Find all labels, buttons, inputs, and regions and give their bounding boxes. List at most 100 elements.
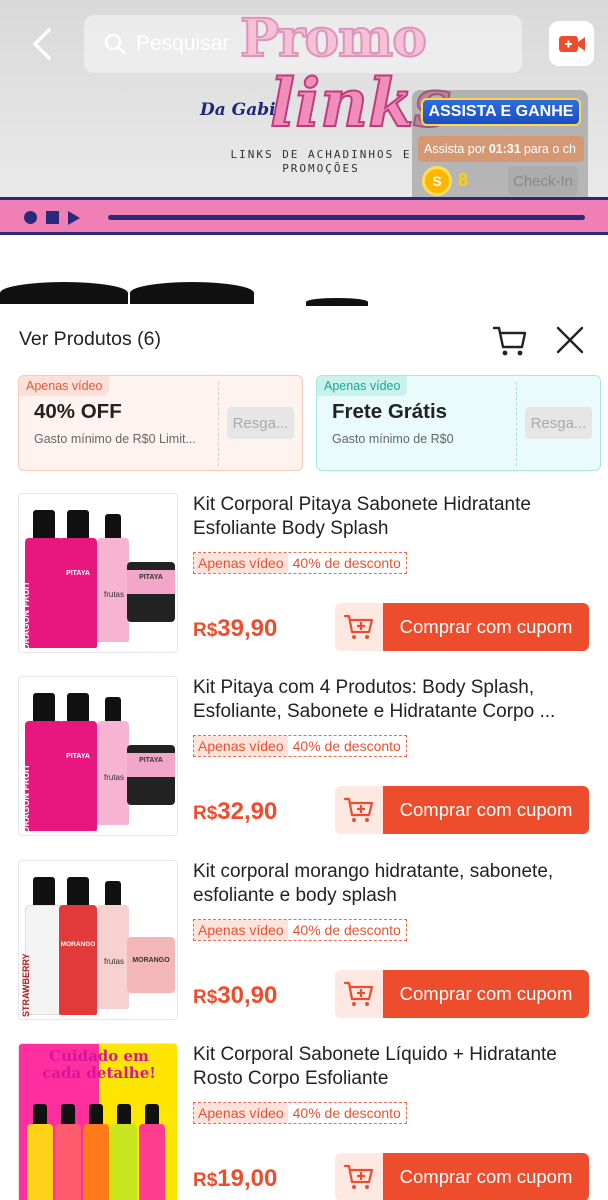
- product-art-label: DRAGON FRUIT: [21, 764, 31, 833]
- add-to-cart-icon: [343, 614, 374, 639]
- add-to-cart-icon: [343, 981, 374, 1006]
- product-art-label: PITAYA: [139, 574, 163, 581]
- product-art-label: DRAGON FRUIT: [21, 581, 31, 650]
- product-image[interactable]: DRAGON FRUIT PITAYA frutas PITAYA: [18, 676, 178, 836]
- buy-with-coupon-label[interactable]: Comprar com cupom: [383, 603, 589, 651]
- price-value: 19,00: [217, 1165, 278, 1192]
- product-price: R$32,90: [193, 798, 277, 826]
- search-icon: [104, 33, 126, 55]
- product-art-label: MORANGO: [132, 957, 170, 964]
- product-art-label: MORANGO: [60, 941, 96, 948]
- strip-bar: [108, 215, 585, 220]
- coupon-divider: [218, 382, 219, 466]
- product-name[interactable]: Kit corporal morango hidratante, sabonet…: [193, 860, 591, 908]
- coupon-card[interactable]: Apenas vídeo Frete Grátis Gasto mínimo d…: [316, 375, 601, 471]
- product-art-label: frutas: [103, 773, 124, 782]
- product-badges: Apenas vídeo 40% de desconto: [193, 1102, 407, 1124]
- search-bar[interactable]: Pesquisar: [84, 15, 522, 73]
- add-to-cart-icon: [343, 1164, 374, 1189]
- coin-icon: S: [422, 166, 452, 196]
- coupon-card[interactable]: Apenas vídeo 40% OFF Gasto mínimo de R$0…: [18, 375, 303, 471]
- claim-coupon-button[interactable]: Resga...: [525, 407, 592, 439]
- product-badges: Apenas vídeo 40% de desconto: [193, 735, 407, 757]
- product-item[interactable]: STRAWBERRY MORANGO frutas MORANGO Kit co…: [18, 860, 593, 1020]
- product-image[interactable]: DRAGON FRUIT PITAYA frutas PITAYA: [18, 493, 178, 653]
- add-to-cart-button[interactable]: [335, 603, 383, 651]
- sheet-header: Ver Produtos (6): [0, 306, 608, 370]
- product-price: R$39,90: [193, 615, 277, 643]
- buy-with-coupon-button[interactable]: Comprar com cupom: [335, 1153, 589, 1200]
- video-camera-icon: [558, 35, 585, 52]
- add-to-cart-button[interactable]: [335, 1153, 383, 1200]
- currency-symbol: R$: [193, 987, 218, 1008]
- buy-with-coupon-button[interactable]: Comprar com cupom: [335, 603, 589, 651]
- checkin-button[interactable]: Check-In: [508, 166, 578, 196]
- add-to-cart-icon: [343, 797, 374, 822]
- product-item[interactable]: DRAGON FRUIT PITAYA frutas PITAYA Kit Pi…: [18, 676, 593, 836]
- product-name[interactable]: Kit Corporal Sabonete Líquido + Hidratan…: [193, 1043, 591, 1091]
- coupon-tag: Apenas vídeo: [317, 376, 408, 396]
- logo-dagabi-text: Da Gabi: [200, 100, 276, 120]
- banner-strip: [0, 197, 608, 235]
- product-art-label: frutas: [103, 957, 124, 966]
- product-item[interactable]: Cuidado em cada detalhe! Kit Corporal Sa…: [18, 1043, 593, 1200]
- buy-with-coupon-label[interactable]: Comprar com cupom: [383, 786, 589, 834]
- triangle-shape-icon: [68, 211, 80, 225]
- coupon-subtitle: Gasto mínimo de R$0: [332, 432, 454, 446]
- product-art-label: frutas: [103, 590, 124, 599]
- price-value: 30,90: [217, 982, 278, 1009]
- add-to-cart-button[interactable]: [335, 970, 383, 1018]
- chevron-left-icon: [33, 28, 51, 60]
- buy-with-coupon-label[interactable]: Comprar com cupom: [383, 970, 589, 1018]
- product-badges: Apenas vídeo 40% de desconto: [193, 552, 407, 574]
- product-art-label: PITAYA: [66, 753, 90, 760]
- coupon-title: Frete Grátis: [332, 400, 448, 423]
- timer-suffix: para o ch: [523, 142, 576, 156]
- discount-badge: 40% de desconto: [292, 738, 401, 754]
- product-price: R$19,00: [193, 1165, 277, 1193]
- price-value: 39,90: [217, 615, 278, 642]
- video-only-badge: Apenas vídeo: [194, 1103, 288, 1123]
- discount-badge: 40% de desconto: [292, 1105, 401, 1121]
- product-image[interactable]: Cuidado em cada detalhe!: [18, 1043, 178, 1200]
- watch-and-earn-title: ASSISTA E GANHE: [421, 98, 581, 126]
- coin-count: 8: [458, 170, 469, 190]
- buy-with-coupon-button[interactable]: Comprar com cupom: [335, 970, 589, 1018]
- circle-shape-icon: [24, 211, 37, 224]
- live-video-button[interactable]: [549, 21, 594, 66]
- product-image[interactable]: STRAWBERRY MORANGO frutas MORANGO: [18, 860, 178, 1020]
- product-item[interactable]: DRAGON FRUIT PITAYA frutas PITAYA Kit Co…: [18, 493, 593, 653]
- video-only-badge: Apenas vídeo: [194, 736, 288, 756]
- product-art-label: PITAYA: [139, 757, 163, 764]
- product-price: R$30,90: [193, 982, 277, 1010]
- logo-tagline: LINKS DE ACHADINHOS E PROMOÇÕES: [230, 148, 412, 175]
- decorative-shape: [306, 298, 368, 306]
- watch-and-earn-widget[interactable]: ASSISTA E GANHE Assista por 01:31 para o…: [412, 90, 588, 208]
- product-art-label: Cuidado em cada detalhe!: [42, 1047, 156, 1082]
- price-value: 32,90: [217, 798, 278, 825]
- decorative-shape: [0, 282, 128, 304]
- video-background: Promo links Da Gabi LINKS DE ACHADINHOS …: [0, 0, 608, 315]
- back-button[interactable]: [22, 24, 62, 64]
- currency-symbol: R$: [193, 1170, 218, 1191]
- product-name[interactable]: Kit Pitaya com 4 Produtos: Body Splash, …: [193, 676, 591, 724]
- discount-badge: 40% de desconto: [292, 922, 401, 938]
- square-shape-icon: [46, 211, 59, 224]
- timer-prefix: Assista por: [424, 142, 486, 156]
- discount-badge: 40% de desconto: [292, 555, 401, 571]
- buy-with-coupon-label[interactable]: Comprar com cupom: [383, 1153, 589, 1200]
- video-only-badge: Apenas vídeo: [194, 920, 288, 940]
- close-button[interactable]: [550, 320, 590, 360]
- decorative-shape: [130, 282, 254, 304]
- add-to-cart-button[interactable]: [335, 786, 383, 834]
- claim-coupon-button[interactable]: Resga...: [227, 407, 294, 439]
- product-name[interactable]: Kit Corporal Pitaya Sabonete Hidratante …: [193, 493, 591, 541]
- video-only-badge: Apenas vídeo: [194, 553, 288, 573]
- product-badges: Apenas vídeo 40% de desconto: [193, 919, 407, 941]
- buy-with-coupon-button[interactable]: Comprar com cupom: [335, 786, 589, 834]
- sheet-title: Ver Produtos (6): [19, 328, 161, 350]
- cart-button[interactable]: [490, 320, 530, 360]
- products-sheet: Ver Produtos (6) Apenas vídeo 40% OFF Ga…: [0, 306, 608, 1200]
- watch-timer: Assista por 01:31 para o ch: [418, 136, 584, 162]
- close-icon: [556, 326, 584, 354]
